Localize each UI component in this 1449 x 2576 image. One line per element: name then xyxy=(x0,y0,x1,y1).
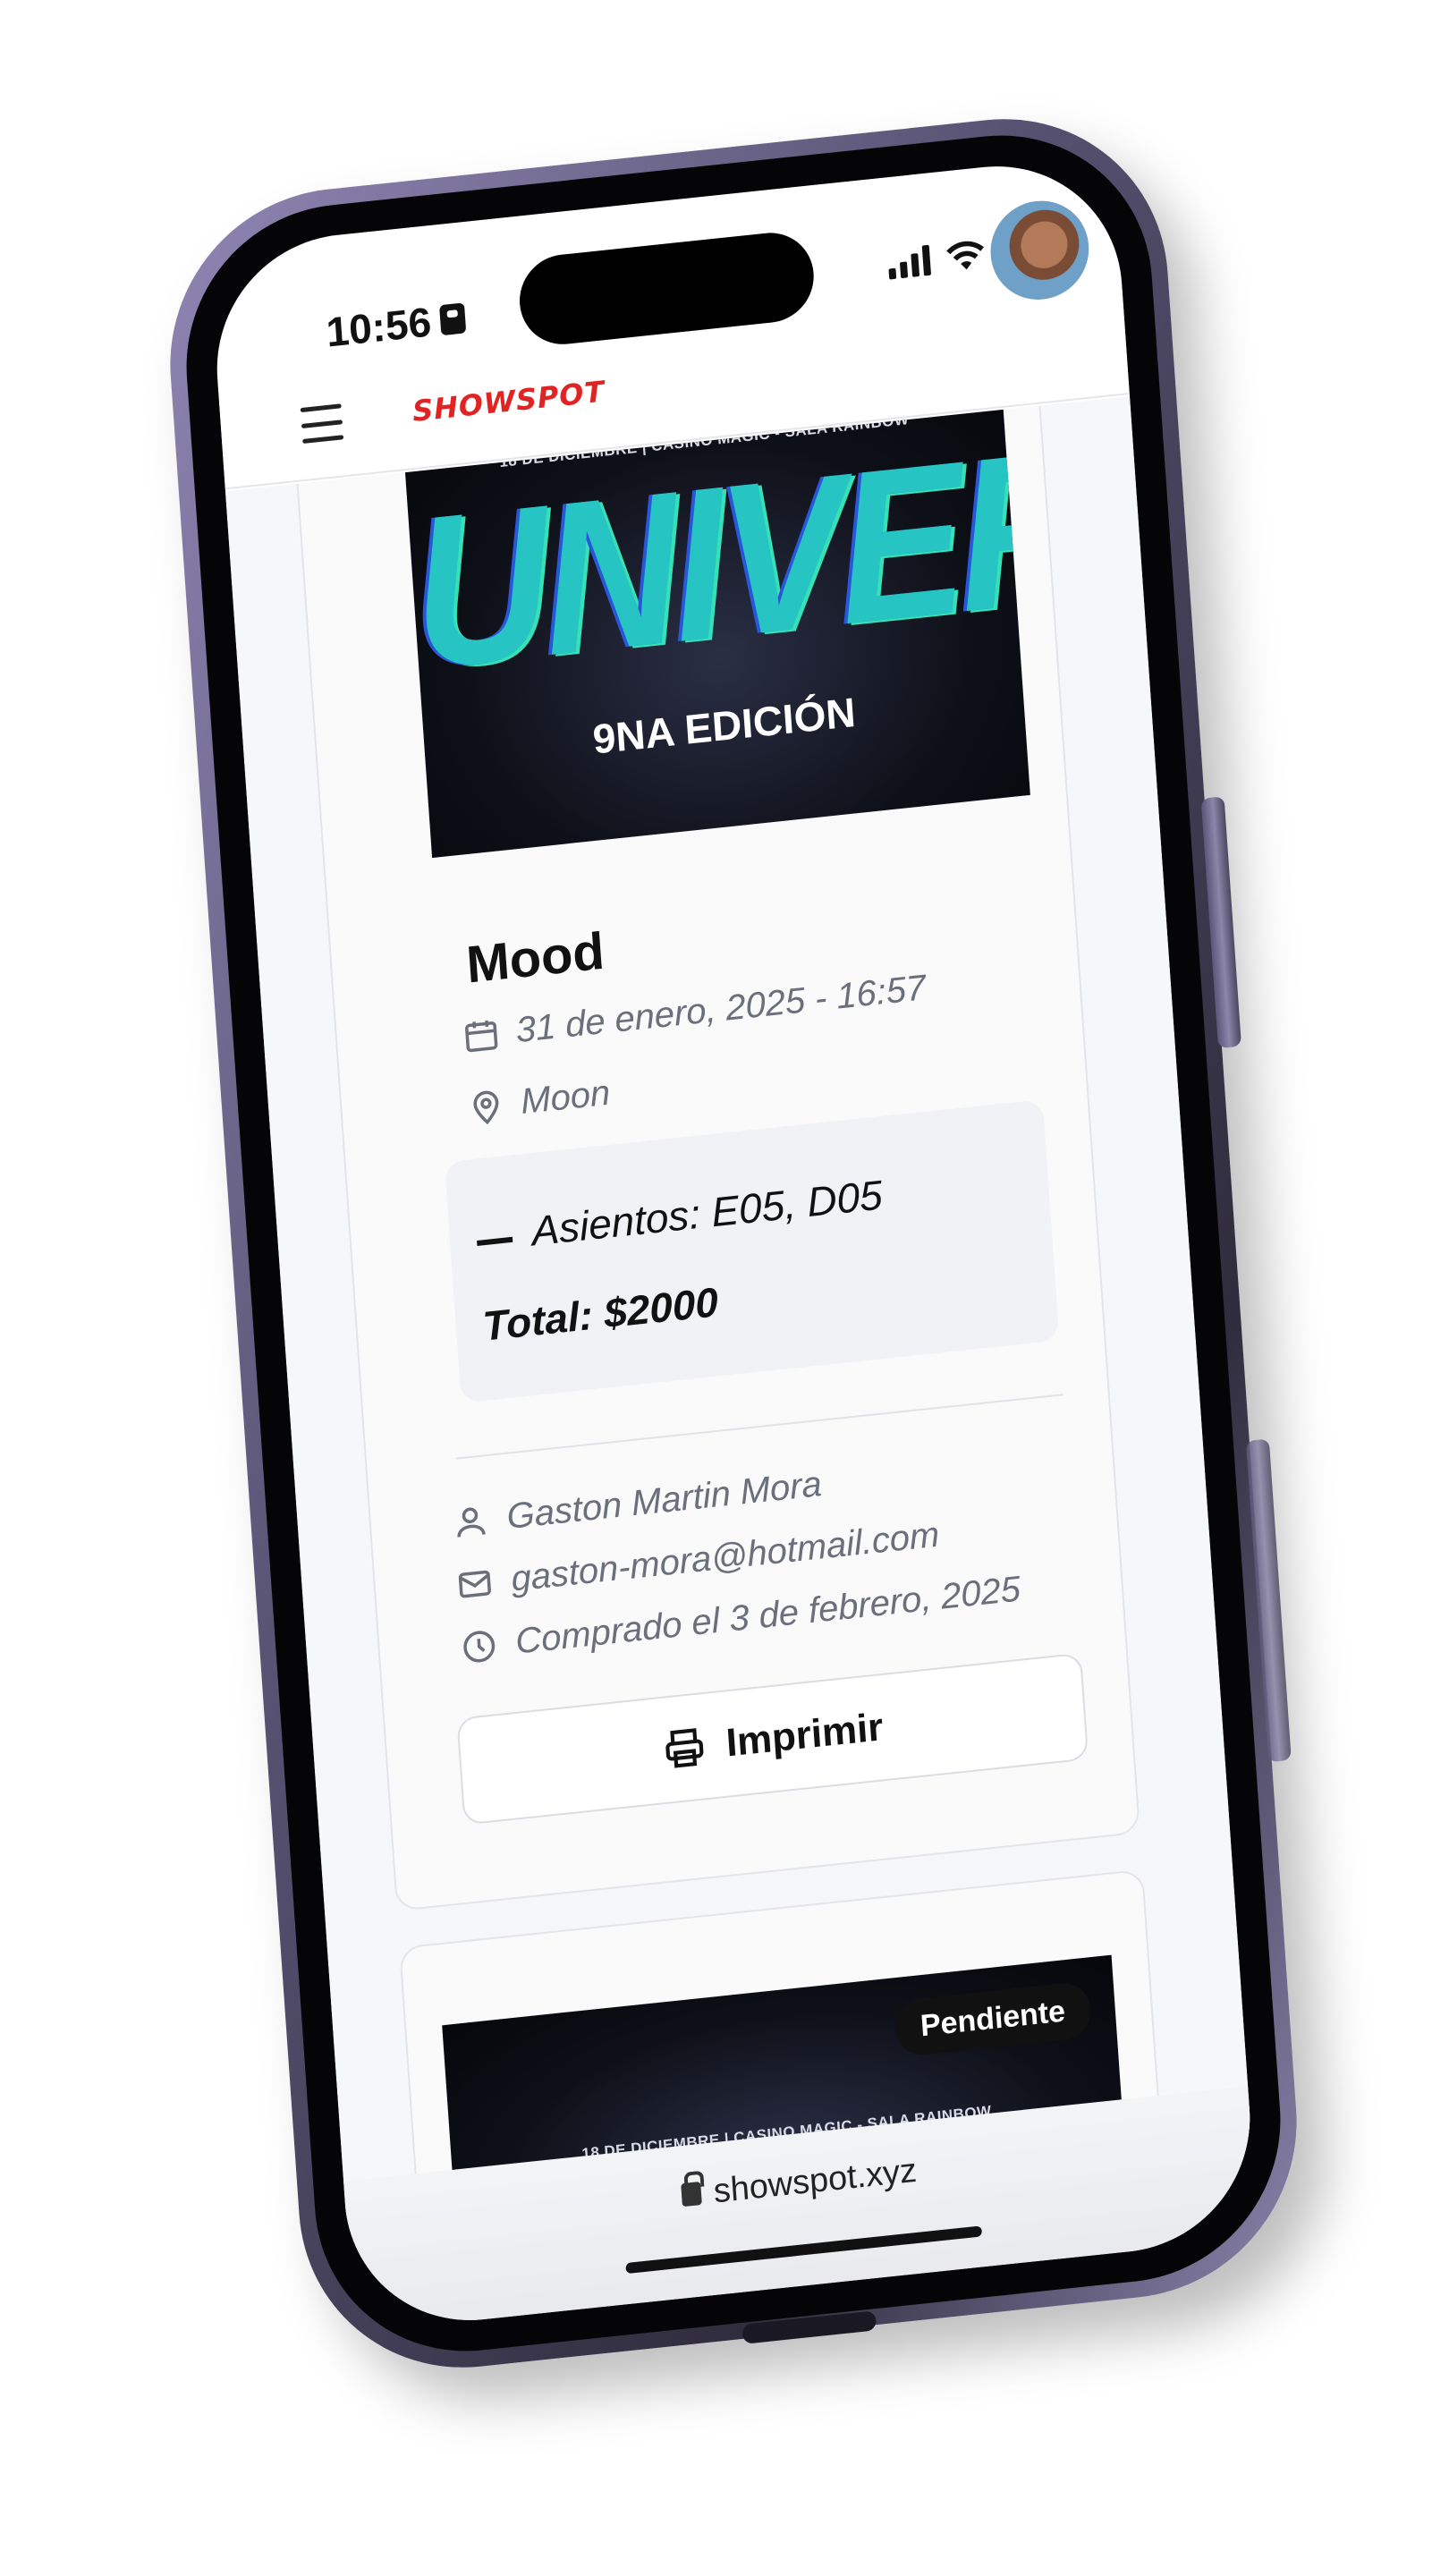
divider xyxy=(455,1394,1063,1460)
lock-icon xyxy=(681,2181,702,2207)
focus-icon xyxy=(438,302,466,336)
printer-icon xyxy=(665,1728,704,1768)
buyer-name: Gaston Martin Mora xyxy=(450,1464,823,1543)
ticket-card: 18 DE DICIEMBRE | CASINO MAGIC - SALA RA… xyxy=(293,396,1141,1912)
url-display[interactable]: showspot.xyz xyxy=(680,2148,918,2218)
event-location-text: Moon xyxy=(519,1072,612,1123)
print-button[interactable]: Imprimir xyxy=(456,1652,1089,1826)
phone-screen: 10:56 23 SHOWSPOT xyxy=(208,153,1259,2334)
stage: 10:56 23 SHOWSPOT xyxy=(0,0,1449,2576)
event-location: Moon xyxy=(466,1072,612,1129)
banner-title: UNIVERSO xyxy=(405,396,1030,716)
event-name: Mood xyxy=(464,921,606,995)
mail-icon xyxy=(458,1570,491,1597)
map-pin-icon xyxy=(473,1090,499,1124)
showspot-logo[interactable]: SHOWSPOT xyxy=(411,374,606,428)
seats-line: Asientos: E05, D05 xyxy=(475,1170,884,1261)
status-time: 10:56 xyxy=(325,293,467,356)
tickets-list: 18 DE DICIEMBRE | CASINO MAGIC - SALA RA… xyxy=(225,396,1251,2226)
url-text: showspot.xyz xyxy=(712,2151,919,2210)
total-price: Total: $2000 xyxy=(480,1278,720,1350)
signal-icon xyxy=(887,244,932,280)
print-button-label: Imprimir xyxy=(724,1705,885,1766)
home-indicator[interactable] xyxy=(625,2225,983,2275)
status-badge: Pendiente xyxy=(894,1980,1092,2058)
time-text: 10:56 xyxy=(325,298,433,356)
user-icon xyxy=(457,1507,486,1538)
seats-summary: Asientos: E05, D05 Total: $2000 xyxy=(444,1099,1060,1403)
wifi-icon xyxy=(945,239,987,274)
calendar-icon xyxy=(465,1020,498,1052)
seats-text: Asientos: E05, D05 xyxy=(530,1171,885,1255)
event-banner-image: 18 DE DICIEMBRE | CASINO MAGIC - SALA RA… xyxy=(402,396,1030,859)
buyer-name-text: Gaston Martin Mora xyxy=(505,1464,824,1537)
phone-mockup: 10:56 23 SHOWSPOT xyxy=(158,102,1309,2385)
menu-icon[interactable] xyxy=(300,403,344,445)
seat-icon xyxy=(476,1224,513,1246)
clock-icon xyxy=(463,1630,496,1662)
